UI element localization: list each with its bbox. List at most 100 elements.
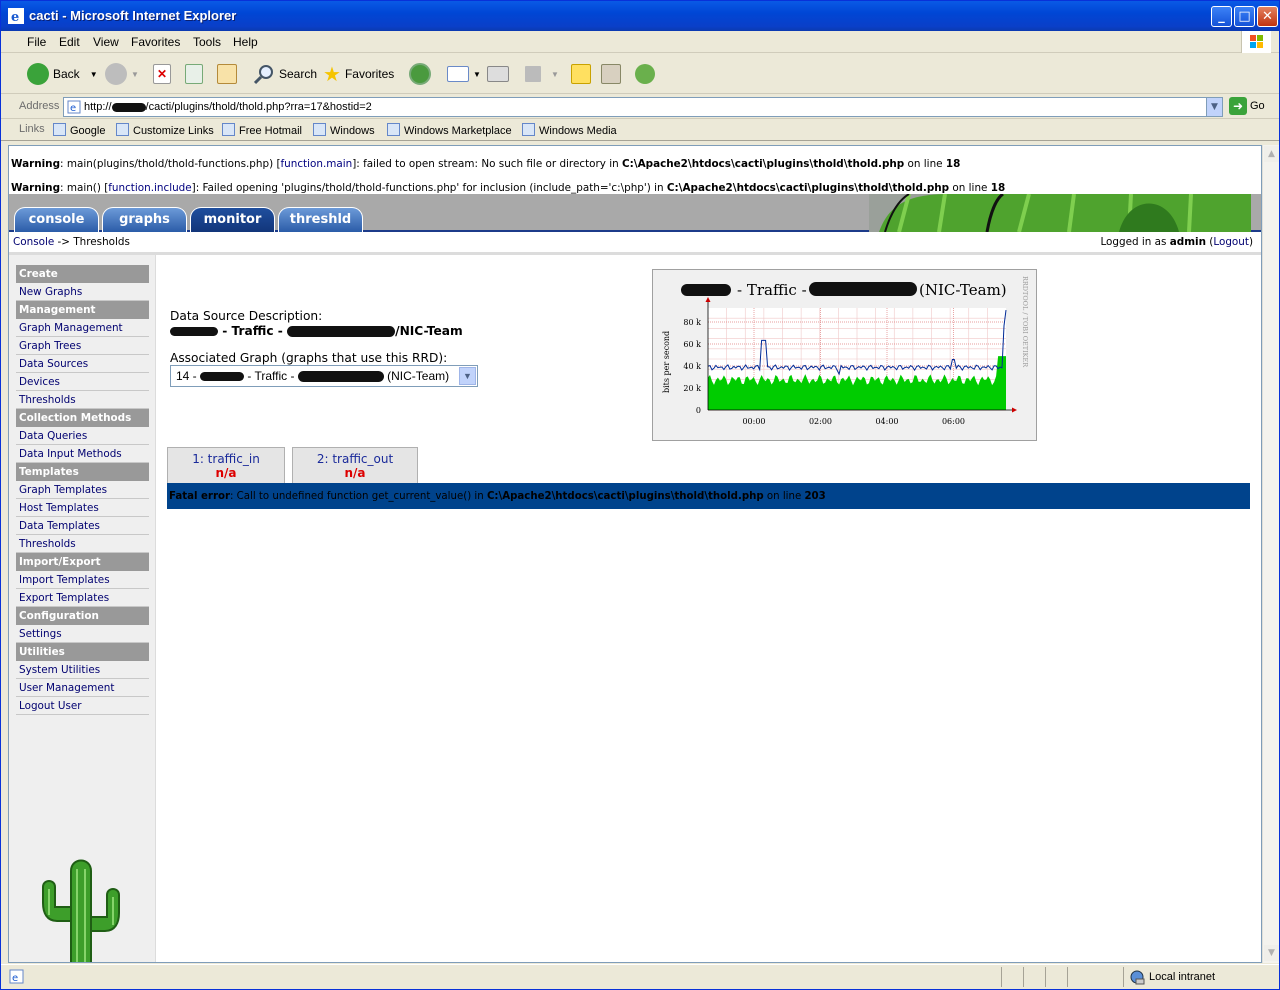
sidebar-item-thresholds[interactable]: Thresholds [16, 535, 149, 553]
sidebar-item-graph-management[interactable]: Graph Management [16, 319, 149, 337]
ie-icon: e [8, 8, 24, 24]
link-windows[interactable]: Windows [313, 123, 375, 137]
edit-dropdown-icon[interactable]: ▼ [551, 70, 559, 79]
maximize-button[interactable]: □ [1234, 6, 1255, 27]
sidebar-item-graph-templates[interactable]: Graph Templates [16, 481, 149, 499]
link-windows-marketplace[interactable]: Windows Marketplace [387, 123, 512, 137]
mail-button[interactable]: ▼ [447, 61, 481, 87]
select-dropdown-icon[interactable]: ▼ [459, 367, 476, 385]
messenger-button[interactable] [635, 61, 655, 87]
link-windows-media[interactable]: Windows Media [522, 123, 617, 137]
intranet-globe-icon [1130, 970, 1145, 985]
go-label: Go [1250, 100, 1265, 112]
back-arrow-icon [27, 63, 49, 85]
refresh-button[interactable] [185, 61, 203, 87]
tab-traffic-in-label: 1: traffic_in [192, 452, 260, 466]
breadcrumb-console-link[interactable]: Console [13, 236, 54, 248]
forward-dropdown-icon[interactable]: ▼ [131, 70, 139, 79]
address-dropdown-icon[interactable]: ▼ [1206, 98, 1222, 116]
tab-traffic-out[interactable]: 2: traffic_out n/a [292, 447, 418, 483]
back-dropdown-icon[interactable]: ▼ [90, 70, 98, 79]
traffic-graph[interactable]: - Traffic - (NIC-Team) bits per second R… [652, 269, 1037, 441]
sidebar-item-settings[interactable]: Settings [16, 625, 149, 643]
go-button[interactable]: ➜ Go [1229, 97, 1265, 115]
menu-file[interactable]: File [27, 35, 46, 49]
header-separator [9, 252, 1261, 255]
history-button[interactable] [409, 61, 431, 87]
close-button[interactable]: ✕ [1257, 6, 1278, 27]
search-button[interactable]: Search [253, 61, 317, 87]
sidebar-item-new-graphs[interactable]: New Graphs [16, 283, 149, 301]
graph-y-label: bits per second [662, 331, 671, 393]
logout-link[interactable]: Logout [1213, 236, 1249, 248]
sidebar-item-graph-trees[interactable]: Graph Trees [16, 337, 149, 355]
menu-edit[interactable]: Edit [59, 35, 80, 49]
graph-title-mid: - Traffic - [737, 281, 807, 299]
sidebar-item-import-templates[interactable]: Import Templates [16, 571, 149, 589]
stop-button[interactable]: ✕ [153, 61, 171, 87]
page-icon: e [67, 100, 81, 114]
link-free-hotmail[interactable]: Free Hotmail [222, 123, 302, 137]
sidebar-item-data-input-methods[interactable]: Data Input Methods [16, 445, 149, 463]
favorites-button[interactable]: ★ Favorites [323, 61, 394, 87]
tab-threshld[interactable]: threshld [278, 207, 363, 232]
sidebar-item-system-utilities[interactable]: System Utilities [16, 661, 149, 679]
tab-console[interactable]: console [14, 207, 99, 232]
menu-help[interactable]: Help [233, 35, 258, 49]
messenger-icon [635, 64, 655, 84]
sidebar-item-devices[interactable]: Devices [16, 373, 149, 391]
home-button[interactable] [217, 61, 237, 87]
link-customize-links[interactable]: Customize Links [116, 123, 214, 137]
tab-traffic-out-label: 2: traffic_out [316, 452, 394, 466]
warning-link-function-main[interactable]: function.main [281, 158, 353, 170]
back-button[interactable]: Back ▼ [27, 61, 98, 87]
traffic-graph-image: - Traffic - (NIC-Team) bits per second R… [662, 276, 1029, 426]
tab-traffic-in[interactable]: 1: traffic_in n/a [167, 447, 285, 483]
menu-bar: File Edit View Favorites Tools Help [1, 31, 1279, 53]
sidebar-item-logout-user[interactable]: Logout User [16, 697, 149, 715]
windows-logo-icon [1241, 31, 1271, 53]
sidebar-item-thresholds[interactable]: Thresholds [16, 391, 149, 409]
link-google[interactable]: Google [53, 123, 105, 137]
edit-button[interactable]: ▼ [525, 61, 559, 87]
sidebar-item-user-management[interactable]: User Management [16, 679, 149, 697]
minimize-button[interactable]: _ [1211, 6, 1232, 27]
breadcrumb-current: Thresholds [73, 236, 130, 248]
forward-button[interactable]: ▼ [105, 61, 139, 87]
star-icon: ★ [323, 63, 341, 86]
graph-xtick-label: 00:00 [742, 417, 765, 426]
window-title: cacti - Microsoft Internet Explorer [29, 8, 237, 23]
scroll-down-icon[interactable]: ▼ [1264, 945, 1279, 961]
vertical-scrollbar[interactable]: ▲ ▼ [1262, 145, 1279, 963]
sidebar-item-data-sources[interactable]: Data Sources [16, 355, 149, 373]
page-status-icon: e [9, 969, 24, 984]
tab-graphs[interactable]: graphs [102, 207, 187, 232]
graph-ytick-label: 80 k [683, 318, 701, 327]
sidebar-item-export-templates[interactable]: Export Templates [16, 589, 149, 607]
menu-tools[interactable]: Tools [193, 35, 221, 49]
sidebar-item-data-queries[interactable]: Data Queries [16, 427, 149, 445]
discuss-icon [571, 64, 591, 84]
menu-view[interactable]: View [93, 35, 119, 49]
scroll-up-icon[interactable]: ▲ [1264, 146, 1279, 162]
address-input[interactable]: e http:///cacti/plugins/thold/thold.php?… [63, 97, 1223, 117]
sidebar-item-data-templates[interactable]: Data Templates [16, 517, 149, 535]
graph-xtick-label: 04:00 [875, 417, 898, 426]
status-zone-text: Local intranet [1149, 971, 1216, 983]
menu-favorites[interactable]: Favorites [131, 35, 180, 49]
tab-monitor[interactable]: monitor [190, 207, 275, 232]
associated-graph-select[interactable]: 14 - - Traffic - (NIC-Team) ▼ [170, 365, 478, 387]
print-button[interactable] [487, 61, 509, 87]
mail-dropdown-icon[interactable]: ▼ [473, 70, 481, 79]
status-pane [1045, 967, 1067, 987]
login-status: Logged in as admin (Logout) [1100, 236, 1253, 248]
graph-side-label: RRDTOOL / TOBI OETIKER [1021, 276, 1029, 368]
warning-link-function-include[interactable]: function.include [108, 182, 191, 194]
associated-graph-label: Associated Graph (graphs that use this R… [170, 351, 448, 365]
discuss-button[interactable] [571, 61, 591, 87]
cactus-banner-image [869, 194, 1251, 232]
sidebar-item-host-templates[interactable]: Host Templates [16, 499, 149, 517]
graph-ytick-label: 60 k [683, 340, 701, 349]
svg-text:e: e [11, 10, 19, 24]
research-button[interactable] [601, 61, 621, 87]
